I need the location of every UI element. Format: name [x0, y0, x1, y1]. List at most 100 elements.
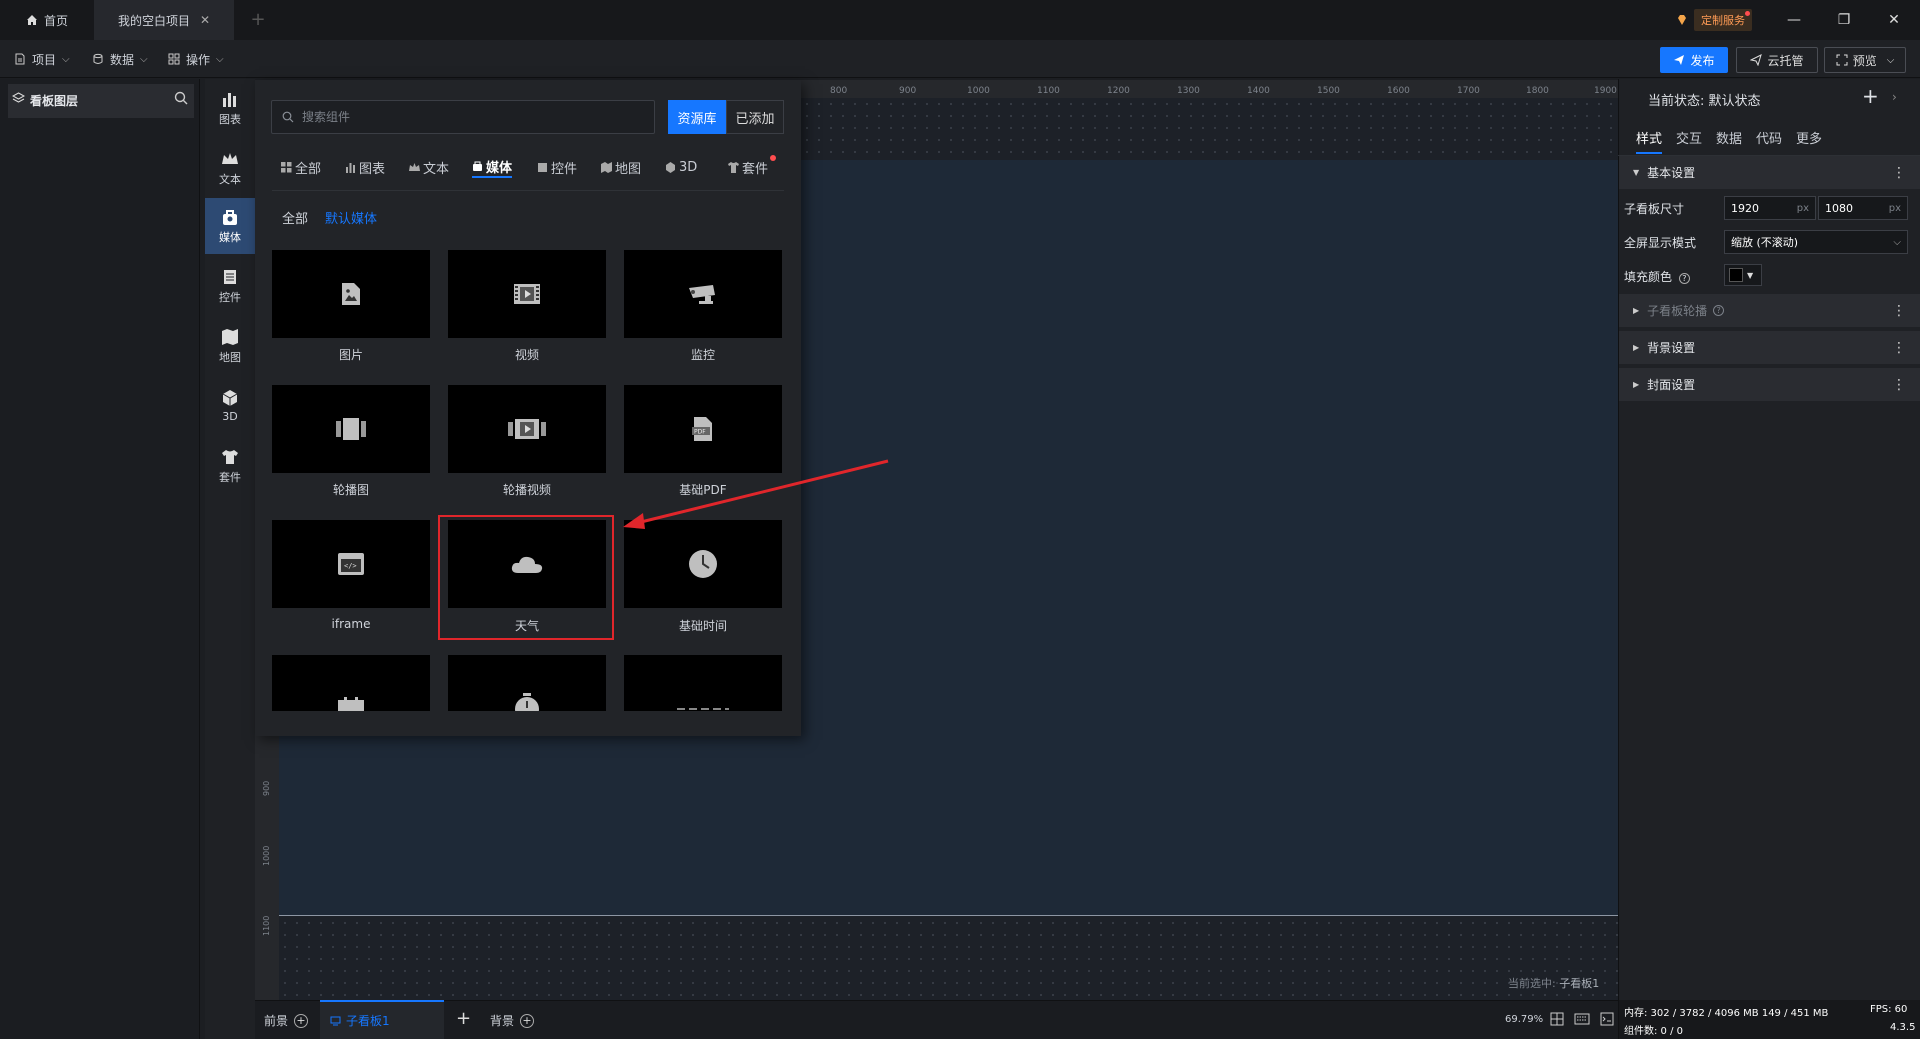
custom-service[interactable]: 定制服务: [1676, 8, 1752, 32]
tab-style[interactable]: 样式: [1636, 128, 1663, 154]
fill-color-picker[interactable]: ▼: [1724, 264, 1762, 286]
category-map[interactable]: 地图: [205, 318, 255, 374]
component-search-box[interactable]: [271, 100, 655, 134]
cloud-hosting-button[interactable]: 云托管: [1736, 47, 1818, 73]
caret-right-icon: ▶: [1633, 306, 1640, 315]
component-tile-text-clock[interactable]: [624, 655, 782, 711]
preview-button[interactable]: 预览 ⌵: [1824, 47, 1906, 73]
chevron-right-icon[interactable]: ›: [1892, 90, 1897, 104]
fps-stat: FPS: 60: [1870, 1004, 1908, 1015]
add-state-button[interactable]: +: [1862, 84, 1879, 108]
minimize-button[interactable]: —: [1782, 8, 1806, 32]
category-control[interactable]: 控件: [205, 258, 255, 314]
section-cover-settings[interactable]: ▶ 封面设置 ⋮: [1619, 368, 1920, 401]
component-tile-iframe[interactable]: </>: [272, 520, 430, 608]
category-chart[interactable]: 图表: [205, 80, 255, 136]
add-board-button[interactable]: +: [456, 1008, 471, 1029]
menu-operation[interactable]: 操作 ⌵: [168, 47, 224, 71]
tab-map[interactable]: 地图: [601, 156, 641, 178]
terminal-icon[interactable]: [1600, 1012, 1614, 1026]
menu-project[interactable]: 项目 ⌵: [14, 47, 70, 71]
component-tile-video[interactable]: [448, 250, 606, 338]
tab-data[interactable]: 数据: [1716, 128, 1742, 154]
more-icon[interactable]: ⋮: [1892, 303, 1906, 319]
tab-home[interactable]: 首页: [0, 0, 94, 40]
bar-chart-icon: [346, 162, 355, 173]
component-tile-calendar[interactable]: [272, 655, 430, 711]
section-basic-settings[interactable]: ▼ 基本设置 ⋮: [1619, 156, 1920, 189]
component-tile-image[interactable]: [272, 250, 430, 338]
tab-3d[interactable]: 3D: [665, 156, 697, 178]
add-background-icon[interactable]: +: [520, 1013, 535, 1028]
map-icon: [222, 328, 238, 345]
tab-text[interactable]: 文本: [409, 156, 449, 178]
tab-more[interactable]: 更多: [1796, 128, 1822, 154]
board-height-input[interactable]: 1080 px: [1818, 196, 1908, 220]
tab-project[interactable]: 我的空白项目 ✕: [94, 0, 234, 40]
caret-down-icon: ▼: [1747, 270, 1754, 280]
board-tab-active[interactable]: 子看板1: [320, 1000, 444, 1039]
tab-chart[interactable]: 图表: [345, 156, 385, 178]
home-icon: [27, 15, 37, 25]
zoom-level[interactable]: 69.79%: [1505, 1014, 1543, 1025]
section-carousel-label: 子看板轮播: [1647, 304, 1708, 318]
background-tab[interactable]: 背景 +: [490, 1012, 535, 1029]
category-suite-label: 套件: [219, 470, 241, 484]
section-board-carousel[interactable]: ▶ 子看板轮播 ? ⋮: [1619, 294, 1920, 327]
component-search-input[interactable]: [302, 110, 622, 124]
new-tab-button[interactable]: +: [246, 8, 270, 32]
ruler-tick: 800: [830, 86, 848, 96]
menu-data-label: 数据: [110, 52, 135, 67]
fill-color-text: 填充颜色: [1624, 270, 1673, 284]
property-panel: [1618, 79, 1920, 1039]
restore-button[interactable]: ❐: [1832, 8, 1856, 32]
tab-control[interactable]: 控件: [537, 156, 577, 178]
keyboard-icon[interactable]: [1574, 1013, 1590, 1025]
menu-data[interactable]: 数据 ⌵: [92, 47, 148, 71]
add-foreground-icon[interactable]: +: [294, 1013, 309, 1028]
component-tile-monitor[interactable]: [624, 250, 782, 338]
current-state[interactable]: 当前状态: 默认状态: [1648, 90, 1761, 109]
close-icon[interactable]: ✕: [200, 13, 210, 27]
publish-button[interactable]: 发布: [1660, 47, 1728, 73]
section-cover-label: 封面设置: [1647, 378, 1696, 392]
added-button[interactable]: 已添加: [726, 100, 784, 134]
component-label: 监控: [690, 348, 715, 362]
board-width-input[interactable]: 1920 px: [1724, 196, 1816, 220]
fullscreen-mode-select[interactable]: 缩放 (不滚动) ⌵: [1724, 230, 1908, 254]
layers-icon: [12, 92, 25, 103]
subtab-all[interactable]: 全部: [282, 208, 308, 227]
category-chart-label: 图表: [219, 112, 241, 126]
chevron-down-icon[interactable]: ⌵: [1887, 55, 1895, 66]
category-3d[interactable]: 3D: [205, 378, 255, 434]
more-icon[interactable]: ⋮: [1892, 377, 1906, 393]
component-tile-timer[interactable]: [448, 655, 606, 711]
category-suite[interactable]: 套件: [205, 438, 255, 494]
shirt-icon: [222, 449, 238, 464]
help-icon[interactable]: ?: [1678, 273, 1690, 284]
tab-media[interactable]: 媒体: [472, 156, 513, 178]
ruler-tick: 1100: [1037, 86, 1060, 96]
ruler-tick: 1000: [967, 86, 990, 96]
subtab-default-media[interactable]: 默认媒体: [325, 208, 377, 227]
tab-all[interactable]: 全部: [281, 156, 321, 178]
foreground-tab[interactable]: 前景 +: [264, 1012, 309, 1029]
category-media[interactable]: 媒体: [205, 198, 255, 254]
tab-suite[interactable]: 套件: [728, 156, 768, 178]
component-tile-carousel-image[interactable]: [272, 385, 430, 473]
section-background-settings[interactable]: ▶ 背景设置 ⋮: [1619, 331, 1920, 364]
more-icon[interactable]: ⋮: [1892, 165, 1906, 181]
category-text[interactable]: 文本: [205, 140, 255, 196]
close-window-button[interactable]: ✕: [1882, 8, 1906, 32]
tab-chart-label: 图表: [359, 161, 386, 177]
fit-screen-icon[interactable]: [1550, 1012, 1564, 1026]
resource-library-button[interactable]: 资源库: [668, 100, 726, 134]
tab-interaction[interactable]: 交互: [1676, 128, 1702, 154]
search-icon[interactable]: [174, 91, 188, 105]
help-icon[interactable]: ?: [1713, 305, 1725, 316]
tab-code[interactable]: 代码: [1756, 128, 1782, 154]
canvas-dot-grid: [801, 98, 1618, 160]
component-tile-carousel-video[interactable]: [448, 385, 606, 473]
more-icon[interactable]: ⋮: [1892, 340, 1906, 356]
component-label: 视频: [514, 348, 539, 362]
